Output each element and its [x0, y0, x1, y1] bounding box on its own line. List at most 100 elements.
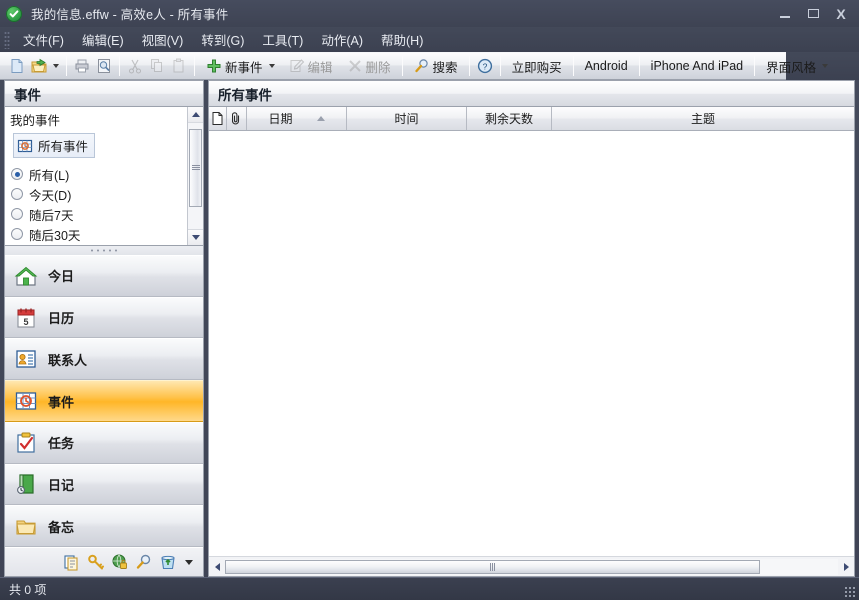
scroll-up-button[interactable]	[188, 107, 203, 123]
check-circle-icon	[6, 5, 22, 22]
sidebar-item-calendar[interactable]: 5 日历	[5, 296, 203, 339]
toolbar-separator	[468, 56, 470, 76]
column-label-days-left: 剩余天数	[484, 112, 533, 126]
filter-label-not-expired: 未过期(N)	[29, 245, 84, 246]
filter-label-today: 今天(D)	[29, 188, 72, 203]
open-file-button[interactable]	[28, 54, 62, 78]
filter-option-today[interactable]: 今天(D)	[5, 184, 203, 204]
radio-next-7-days[interactable]	[11, 208, 23, 220]
sidebar-tree: 我的事件 所有事件 所有(L) 今天(D) 随后7天 随后30天	[5, 107, 203, 245]
scroll-left-button[interactable]	[209, 558, 225, 576]
note-folder-icon	[16, 520, 36, 535]
menu-goto[interactable]: 转到(G)	[192, 27, 253, 52]
minimize-button[interactable]	[771, 3, 799, 25]
edit-label: 编辑	[307, 60, 333, 75]
scroll-down-button[interactable]	[188, 229, 203, 245]
hscroll-thumb[interactable]	[225, 559, 760, 574]
menu-help[interactable]: 帮助(H)	[372, 27, 432, 52]
column-header-days-left[interactable]: 剩余天数	[467, 107, 552, 130]
android-button[interactable]: Android	[578, 54, 635, 78]
sidebar-footer-toolbar	[5, 547, 203, 576]
skin-button[interactable]: 界面风格	[759, 54, 835, 78]
sidebar-item-today[interactable]: 今日	[5, 255, 203, 297]
menu-edit[interactable]: 编辑(E)	[73, 27, 133, 52]
sidebar-item-diary[interactable]: 日记	[5, 463, 203, 506]
column-header-time[interactable]: 时间	[347, 107, 467, 130]
scroll-thumb-grip	[191, 165, 200, 171]
hscroll-track[interactable]	[225, 558, 838, 575]
events-grid: 日期 时间 剩余天数 主题	[208, 106, 855, 577]
help-button[interactable]: ?	[474, 54, 496, 78]
tree-node-all-events[interactable]: 所有事件	[13, 133, 96, 158]
search-label: 搜索	[432, 60, 458, 75]
maximize-button[interactable]	[799, 3, 827, 25]
grid-horizontal-scrollbar[interactable]	[209, 556, 854, 576]
menubar-grip[interactable]	[4, 30, 10, 49]
contacts-icon	[16, 350, 36, 368]
column-header-document[interactable]	[209, 107, 227, 130]
sidebar-item-events[interactable]: 事件	[5, 380, 203, 422]
triangle-down-icon	[191, 235, 200, 240]
sidebar-tree-vertical-scrollbar[interactable]	[187, 107, 203, 245]
edit-button: 编辑	[282, 54, 340, 78]
filter-option-not-expired[interactable]: 未过期(N)	[5, 244, 203, 245]
globe-lock-icon[interactable]	[111, 553, 129, 571]
menu-view[interactable]: 视图(V)	[133, 27, 193, 52]
sidebar-splitter[interactable]	[4, 246, 204, 255]
column-header-subject[interactable]: 主题	[552, 107, 854, 130]
close-button[interactable]: X	[827, 3, 855, 25]
new-file-button[interactable]	[6, 54, 28, 78]
calendar-icon: 5	[17, 308, 35, 328]
magnifier-icon[interactable]	[135, 553, 153, 571]
skin-dropdown-arrow[interactable]	[822, 64, 829, 68]
buy-now-button[interactable]: 立即购买	[505, 54, 569, 78]
menu-file[interactable]: 文件(F)	[14, 27, 73, 52]
grid-rows[interactable]	[209, 131, 854, 556]
print-button[interactable]	[71, 54, 93, 78]
new-event-dropdown-arrow[interactable]	[268, 64, 275, 68]
column-header-date[interactable]: 日期	[247, 107, 347, 130]
scroll-right-button[interactable]	[838, 558, 854, 576]
new-event-button[interactable]: 新事件	[199, 54, 282, 78]
content-pane: 所有事件 日期 时间 剩余天数 主题	[208, 80, 855, 577]
menu-actions[interactable]: 动作(A)	[312, 27, 372, 52]
menu-tools[interactable]: 工具(T)	[253, 27, 312, 52]
sidebar-item-memo[interactable]: 备忘	[5, 505, 203, 548]
key-icon[interactable]	[87, 553, 105, 571]
toolbar-container: 新事件 编辑 删除 搜索 ? 立即购买 Android iPhone And i…	[0, 52, 859, 80]
resize-grip-icon[interactable]	[844, 586, 856, 598]
toolbar-separator	[401, 56, 403, 76]
radio-today[interactable]	[11, 188, 23, 200]
window-title: 我的信息.effw - 高效e人 - 所有事件	[31, 8, 229, 22]
scroll-track[interactable]	[188, 123, 203, 229]
filter-option-all[interactable]: 所有(L)	[5, 164, 203, 184]
chevron-down-icon[interactable]	[185, 559, 193, 565]
radio-next-30-days[interactable]	[11, 228, 23, 240]
copy-button	[146, 54, 168, 78]
event-filter-radio-group: 所有(L) 今天(D) 随后7天 随后30天	[5, 164, 203, 245]
open-file-dropdown-arrow[interactable]	[53, 64, 59, 68]
column-header-attachment[interactable]	[227, 107, 247, 130]
sidebar-item-label: 备忘	[48, 519, 75, 535]
search-button[interactable]: 搜索	[407, 54, 465, 78]
radio-all[interactable]	[11, 168, 23, 180]
task-clipboard-icon	[17, 432, 35, 453]
toolbar-separator	[638, 56, 640, 76]
column-label-time: 时间	[394, 112, 419, 126]
sidebar: 事件 我的事件 所有事件 所有(L) 今天(D) 随后7天 随后30天 今日 5…	[4, 80, 204, 577]
scroll-thumb[interactable]	[189, 129, 202, 207]
toolbar-separator	[572, 56, 574, 76]
column-label-subject: 主题	[690, 112, 715, 126]
recycle-bin-icon[interactable]	[159, 553, 177, 571]
filter-option-next-30-days[interactable]: 随后30天	[5, 224, 203, 244]
sidebar-item-label: 日记	[48, 477, 75, 493]
event-grid-icon	[17, 139, 33, 152]
iphone-ipad-button[interactable]: iPhone And iPad	[644, 54, 750, 78]
application-window: 我的信息.effw - 高效e人 - 所有事件 X 文件(F) 编辑(E) 视图…	[0, 0, 859, 600]
column-label-date: 日期	[268, 112, 293, 126]
sidebar-item-tasks[interactable]: 任务	[5, 421, 203, 464]
filter-option-next-7-days[interactable]: 随后7天	[5, 204, 203, 224]
clipboard-notes-icon[interactable]	[63, 553, 81, 571]
sidebar-item-contacts[interactable]: 联系人	[5, 338, 203, 381]
print-preview-button[interactable]	[93, 54, 115, 78]
